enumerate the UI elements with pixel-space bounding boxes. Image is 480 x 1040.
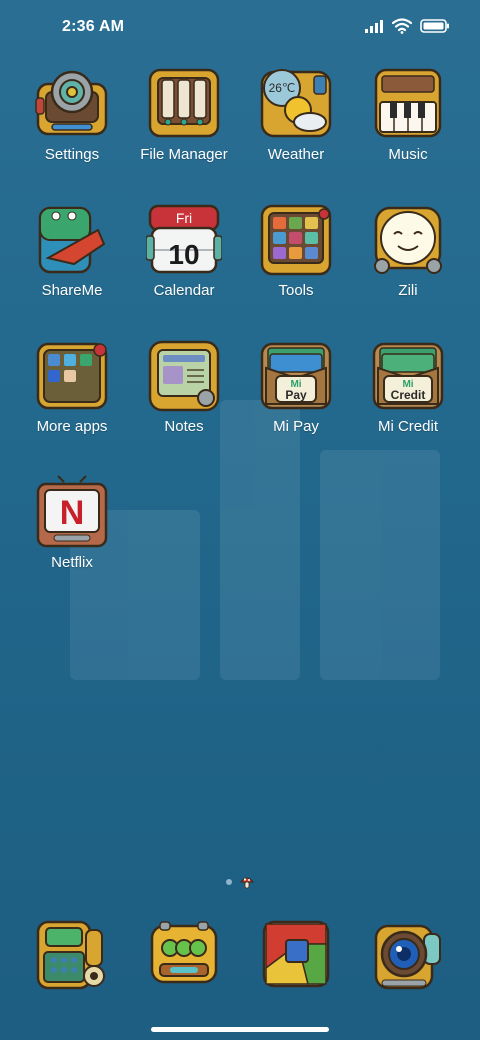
dock-messages[interactable] — [128, 916, 240, 992]
app-weather[interactable]: 26℃ Weather — [240, 66, 352, 164]
dock-camera[interactable] — [352, 916, 464, 992]
netflix-icon: N — [34, 474, 110, 550]
chrome-icon — [258, 916, 334, 992]
messages-icon — [146, 916, 222, 992]
calendar-date: 10 — [168, 239, 199, 270]
app-shareme[interactable]: ShareMe — [16, 202, 128, 300]
app-label: File Manager — [140, 146, 228, 163]
app-label: Netflix — [51, 554, 93, 571]
file-manager-icon — [146, 66, 222, 142]
app-label: More apps — [36, 418, 108, 435]
netflix-letter: N — [60, 494, 85, 532]
app-label: Settings — [44, 146, 100, 163]
app-label: Mi Credit — [377, 418, 438, 435]
more-apps-icon — [34, 338, 110, 414]
wifi-icon — [392, 18, 412, 34]
app-label: Weather — [267, 146, 325, 163]
app-tools[interactable]: Tools — [240, 202, 352, 300]
app-label: Mi Pay — [273, 418, 319, 435]
tools-icon — [258, 202, 334, 278]
mi-credit-icon: Mi Credit — [370, 338, 446, 414]
app-calendar[interactable]: Fri 10 Calendar — [128, 202, 240, 300]
app-music[interactable]: Music — [352, 66, 464, 164]
app-label: Calendar — [153, 282, 215, 299]
settings-icon — [34, 66, 110, 142]
weather-temperature: 26℃ — [269, 81, 296, 95]
shareme-icon — [34, 202, 110, 278]
notes-icon — [146, 338, 222, 414]
page-indicator — [226, 875, 254, 889]
app-file-manager[interactable]: File Manager — [128, 66, 240, 164]
battery-icon — [420, 19, 450, 33]
mi-pay-badge-bottom: Pay — [285, 388, 307, 402]
mi-pay-icon: Mi Pay — [258, 338, 334, 414]
app-label: Tools — [278, 282, 314, 299]
status-time: 2:36 AM — [62, 18, 125, 35]
app-settings[interactable]: Settings — [16, 66, 128, 164]
app-label: ShareMe — [41, 282, 103, 299]
app-label: Music — [388, 146, 428, 163]
app-label: Zili — [398, 282, 418, 299]
dock — [16, 916, 464, 996]
status-bar: 2:36 AM — [0, 0, 480, 56]
dock-chrome[interactable] — [240, 916, 352, 992]
cell-signal-icon — [364, 19, 384, 33]
camera-icon — [370, 916, 446, 992]
app-mi-pay[interactable]: Mi Pay Mi Pay — [240, 338, 352, 436]
app-notes[interactable]: Notes — [128, 338, 240, 436]
phone-icon — [34, 916, 110, 992]
mi-credit-badge-bottom: Credit — [391, 388, 426, 402]
calendar-icon: Fri 10 — [146, 202, 222, 278]
music-icon — [370, 66, 446, 142]
app-label: Notes — [164, 418, 204, 435]
mushroom-icon[interactable] — [240, 875, 254, 889]
home-indicator[interactable] — [151, 1027, 329, 1032]
page-dot[interactable] — [226, 879, 232, 885]
dock-phone[interactable] — [16, 916, 128, 992]
app-mi-credit[interactable]: Mi Credit Mi Credit — [352, 338, 464, 436]
app-zili[interactable]: Zili — [352, 202, 464, 300]
zili-icon — [370, 202, 446, 278]
weather-icon: 26℃ — [258, 66, 334, 142]
app-netflix[interactable]: N Netflix — [16, 474, 128, 572]
calendar-day: Fri — [176, 210, 192, 226]
app-more-apps[interactable]: More apps — [16, 338, 128, 436]
